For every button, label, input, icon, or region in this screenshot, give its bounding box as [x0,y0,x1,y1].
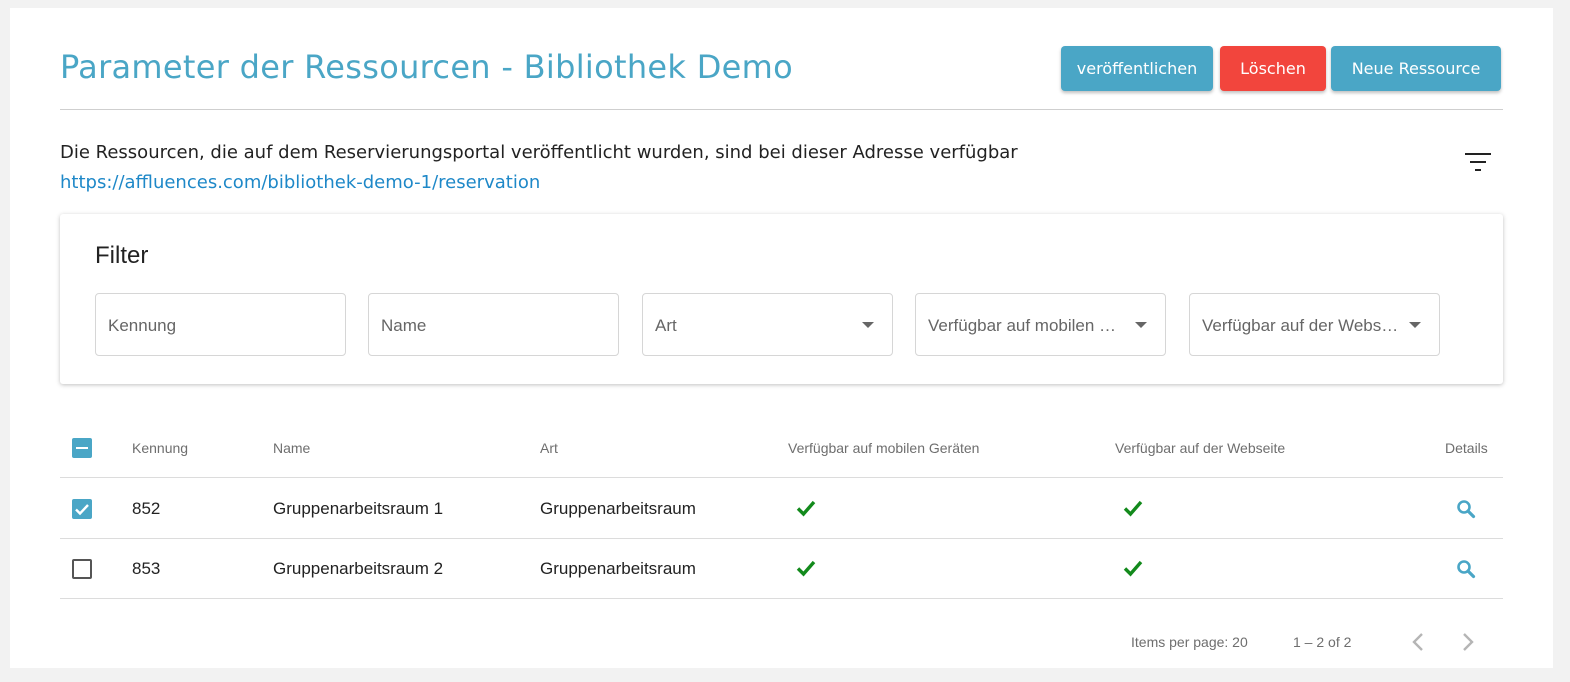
filter-type-select[interactable]: Art [642,293,893,356]
row-type: Gruppenarbeitsraum [540,559,696,578]
select-all-checkbox[interactable] [72,438,92,458]
items-per-page-label[interactable]: Items per page: 20 [1131,634,1248,650]
publish-button[interactable]: veröffentlichen [1061,46,1213,91]
magnifier-icon[interactable] [1456,559,1476,579]
page-range-label: 1 – 2 of 2 [1293,634,1352,650]
filter-name-placeholder: Name [381,316,427,335]
resources-card: Parameter der Ressourcen - Bibliothek De… [10,8,1553,668]
row-checkbox[interactable] [72,499,92,519]
dropdown-caret-icon [1135,322,1147,328]
dropdown-caret-icon [862,322,874,328]
table-header: Kennung Name Art Verfügbar auf mobilen G… [60,418,1503,478]
table-row[interactable]: 853 Gruppenarbeitsraum 2 Gruppenarbeitsr… [60,539,1503,599]
column-header-type[interactable]: Art [540,418,558,478]
column-header-id[interactable]: Kennung [132,418,188,478]
filter-id-placeholder: Kennung [108,316,177,335]
row-id: 853 [132,559,161,578]
column-header-details: Details [1445,440,1488,456]
filter-web-placeholder: Verfügbar auf der Webs… [1202,316,1399,335]
filter-mobile-placeholder: Verfügbar auf mobilen … [928,316,1117,335]
chevron-left-icon[interactable] [1400,624,1436,660]
filter-list-icon[interactable] [1465,151,1491,173]
filter-type-placeholder: Art [655,316,677,335]
row-name: Gruppenarbeitsraum 2 [273,559,444,578]
portal-info-text: Die Ressourcen, die auf dem Reservierung… [60,142,1018,163]
delete-button[interactable]: Löschen [1220,46,1326,91]
header-divider [60,109,1503,110]
filter-title: Filter [95,242,149,269]
magnifier-icon[interactable] [1456,499,1476,519]
filter-name-input[interactable]: Name [368,293,619,356]
column-header-name[interactable]: Name [273,418,310,478]
filter-mobile-select[interactable]: Verfügbar auf mobilen … [915,293,1166,356]
filter-id-input[interactable]: Kennung [95,293,346,356]
chevron-right-icon[interactable] [1450,624,1486,660]
filter-panel: Filter Kennung Name Art Verfügbar auf mo… [60,214,1503,384]
filter-web-select[interactable]: Verfügbar auf der Webs… [1189,293,1440,356]
row-type: Gruppenarbeitsraum [540,499,696,518]
table-row[interactable]: 852 Gruppenarbeitsraum 1 Gruppenarbeitsr… [60,479,1503,539]
portal-link[interactable]: https://affluences.com/bibliothek-demo-1… [60,172,540,193]
new-resource-button[interactable]: Neue Ressource [1331,46,1501,91]
row-checkbox[interactable] [72,559,92,579]
row-id: 852 [132,499,161,518]
page-title: Parameter der Ressourcen - Bibliothek De… [60,48,793,86]
column-header-web[interactable]: Verfügbar auf der Webseite [1115,418,1285,478]
row-name: Gruppenarbeitsraum 1 [273,499,444,518]
dropdown-caret-icon [1409,322,1421,328]
column-header-mobile[interactable]: Verfügbar auf mobilen Geräten [788,418,979,478]
